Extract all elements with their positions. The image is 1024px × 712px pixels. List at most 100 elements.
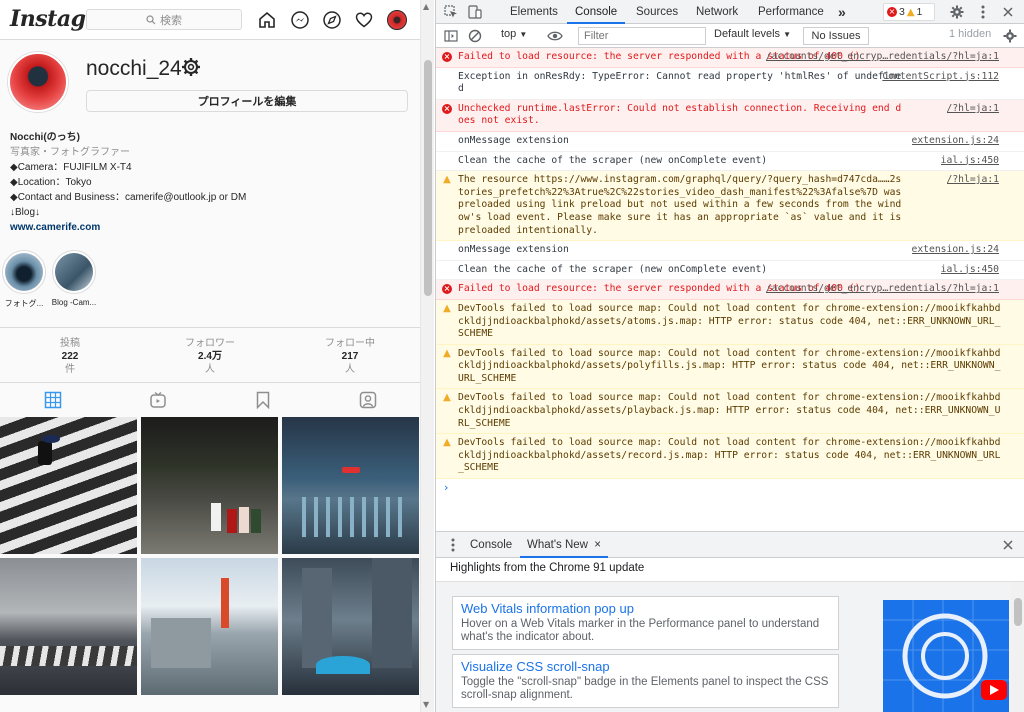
console-message-warn[interactable]: ▲ DevTools failed to load source map: Cou… [436,299,1024,345]
console-source-link[interactable]: /?hl=ja:1 [947,174,1000,187]
stat-following[interactable]: フォロー中 217 人 [280,328,420,382]
console-message-log[interactable]: onMessage extension extension.js:24 [436,241,1024,261]
search-input[interactable]: 検索 [86,9,242,30]
console-source-link[interactable]: /?hl=ja:1 [947,103,1000,116]
scroll-down-icon[interactable]: ▼ [423,700,429,709]
console-message-text: The resource https://www.instagram.com/g… [458,174,902,236]
feature-card[interactable]: Visualize CSS scroll-snap Toggle the "sc… [452,654,839,708]
story-highlight[interactable]: Blog -Cam... [50,250,98,307]
console-prompt[interactable]: › [436,479,1024,498]
stat-label: フォロー中 [325,338,375,349]
explore-icon[interactable] [320,8,344,32]
feature-card-title[interactable]: Visualize CSS scroll-snap [461,660,830,673]
post-thumbnail[interactable] [0,558,137,695]
post-thumbnail[interactable] [0,417,137,554]
console-message-warn[interactable]: ▲ The resource https://www.instagram.com/… [436,171,1024,242]
inspect-element-icon[interactable] [442,3,460,21]
tab-console[interactable]: Console [567,0,626,24]
no-issues-button[interactable]: No Issues [803,27,869,45]
tab-network[interactable]: Network [696,0,738,24]
tab-igtv[interactable] [105,384,210,416]
post-thumbnail[interactable] [282,417,419,554]
console-source-link[interactable]: extension.js:24 [912,135,1000,148]
tab-saved[interactable] [210,384,315,416]
device-toolbar-icon[interactable] [466,3,484,21]
post-thumbnail[interactable] [141,558,278,695]
feature-card-title[interactable]: Web Vitals information pop up [461,602,830,615]
tab-elements[interactable]: Elements [510,0,558,24]
heart-icon[interactable] [352,8,376,32]
drawer-menu-icon[interactable] [444,536,462,554]
more-tabs-button[interactable]: » [838,0,846,24]
issues-counter[interactable]: × 3 ▲ 1 [883,3,935,21]
drawer-tab-whats-new[interactable]: What's New × [520,532,608,558]
console-message-text: DevTools failed to load source map: Coul… [458,302,1001,340]
clear-console-icon[interactable] [466,27,484,45]
tab-performance[interactable]: Performance [758,0,824,24]
console-settings-gear-icon[interactable] [1001,27,1019,45]
drawer-tab-console[interactable]: Console [470,532,512,558]
console-source-link[interactable]: /accounts/get_encryp…redentials/?hl=ja:1 [766,283,999,296]
console-message-error[interactable]: × Failed to load resource: the server res… [436,280,1024,300]
instagram-scrollbar[interactable]: ▲ ▼ [420,0,434,712]
console-message-error[interactable]: × Failed to load resource: the server res… [436,48,1024,68]
tab-tagged[interactable] [315,384,420,416]
console-source-link[interactable]: ContentScript.js:112 [882,71,999,84]
whats-new-scrollbar[interactable] [1011,582,1024,712]
profile-avatar-icon[interactable] [385,8,409,32]
stat-posts[interactable]: 投稿 222 件 [0,328,140,382]
show-sidebar-icon[interactable] [442,27,460,45]
settings-gear-icon[interactable] [948,3,966,21]
devtools-tabbar: Elements Console Sources Network Perform… [436,0,1024,24]
console-message-text: DevTools failed to load source map: Coul… [458,392,1001,429]
warning-count: 1 [916,6,923,18]
post-thumbnail[interactable] [282,558,419,695]
tab-sources[interactable]: Sources [636,0,678,24]
bio-website-link[interactable]: www.camerife.com [10,220,246,235]
whats-new-video-thumbnail[interactable] [883,600,1009,712]
story-highlight[interactable]: フォトグ... [0,250,48,309]
home-icon[interactable] [255,8,279,32]
stat-unit: 人 [345,364,355,375]
console-message-warn[interactable]: ▲ DevTools failed to load source map: Cou… [436,434,1024,480]
log-levels-value: Default levels [714,28,781,40]
post-thumbnail[interactable] [141,417,278,554]
messenger-icon[interactable] [288,8,312,32]
profile-picture[interactable] [8,52,68,112]
console-message-warn[interactable]: ▲ DevTools failed to load source map: Cou… [436,389,1024,435]
error-icon: × [442,284,452,295]
kebab-menu-icon[interactable] [974,3,992,21]
tab-posts-grid[interactable] [0,384,105,416]
console-message-log[interactable]: onMessage extension extension.js:24 [436,132,1024,152]
settings-gear-icon[interactable] [180,56,202,78]
scrollbar-thumb[interactable] [1014,598,1022,626]
console-filter-input[interactable] [578,27,706,45]
context-selector[interactable]: top ▼ [501,28,527,40]
console-message-log[interactable]: Clean the cache of the scraper (new onCo… [436,261,1024,281]
error-icon: × [887,7,897,17]
console-source-link[interactable]: ial.js:450 [941,264,999,277]
hidden-count: 1 hidden [949,28,992,40]
scroll-up-icon[interactable]: ▲ [423,2,429,11]
close-devtools-icon[interactable] [999,3,1017,21]
console-source-link[interactable]: ial.js:450 [941,155,999,168]
profile-bio: Nocchi(のっち) 写真家・フォトグラファー ◆Camera：FUJIFIL… [10,130,246,235]
stat-followers[interactable]: フォロワー 2.4万 人 [140,328,280,382]
console-message-log[interactable]: Exception in onResRdy: TypeError: Cannot… [436,68,1024,100]
log-levels-dropdown[interactable]: Default levels ▼ [714,28,791,40]
console-message-log[interactable]: Clean the cache of the scraper (new onCo… [436,152,1024,172]
edit-profile-button[interactable]: プロフィールを編集 [86,90,408,112]
console-source-link[interactable]: /accounts/get_encryp…redentials/?hl=ja:1 [766,51,999,64]
live-expression-eye-icon[interactable] [546,27,564,45]
stat-value: 217 [341,351,359,362]
console-message-error[interactable]: × Unchecked runtime.lastError: Could not … [436,99,1024,132]
feature-card[interactable]: Web Vitals information pop up Hover on a… [452,596,839,650]
stat-label: 投稿 [60,338,80,349]
close-drawer-icon[interactable] [999,536,1017,554]
scrollbar-thumb[interactable] [424,60,432,296]
console-source-link[interactable]: extension.js:24 [912,244,1000,257]
dropdown-arrow-icon: ▼ [783,30,792,39]
warning-icon: ▲ [443,302,451,314]
close-tab-icon[interactable]: × [594,539,601,551]
console-message-warn[interactable]: ▲ DevTools failed to load source map: Cou… [436,344,1024,390]
